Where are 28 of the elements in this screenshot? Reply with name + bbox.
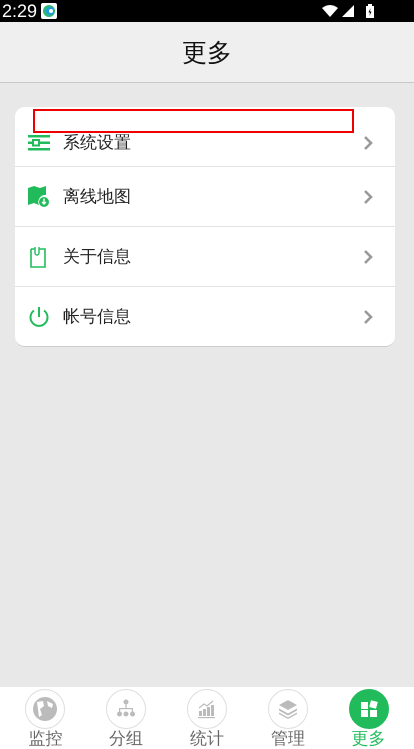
map-download-icon — [28, 186, 50, 208]
menu-item[interactable]: 帐号信息 — [15, 286, 395, 346]
chevron-icon — [363, 188, 373, 204]
chevron-icon — [363, 134, 373, 150]
nav-tab[interactable]: 管理 — [258, 687, 318, 749]
menu-item[interactable]: 离线地图 — [15, 166, 395, 226]
nav-tab[interactable]: 监控 — [15, 687, 76, 749]
chevron-icon — [363, 308, 373, 324]
status-time: 2:29 — [2, 0, 38, 22]
battery-icon — [366, 4, 374, 18]
bar-chart-icon — [186, 689, 227, 729]
sliders-icon — [28, 134, 50, 152]
chevron-icon — [363, 248, 373, 264]
layers-icon — [268, 689, 308, 729]
org-chart-icon — [106, 689, 146, 729]
menu-item[interactable]: 系统设置 — [15, 107, 395, 166]
signal-icon — [342, 5, 354, 17]
app-icon — [41, 3, 58, 19]
nav-tab[interactable]: 分组 — [96, 687, 156, 749]
menu-label: 关于信息 — [63, 246, 132, 268]
wifi-icon — [322, 5, 338, 17]
menu-label: 系统设置 — [63, 132, 132, 154]
menu-label: 帐号信息 — [63, 306, 132, 328]
menu-label: 离线地图 — [63, 186, 132, 208]
power-icon — [28, 306, 50, 328]
page-title: 更多 — [182, 36, 232, 68]
menu-item[interactable]: 关于信息 — [15, 226, 395, 286]
nav-tab[interactable]: 统计 — [176, 687, 237, 749]
